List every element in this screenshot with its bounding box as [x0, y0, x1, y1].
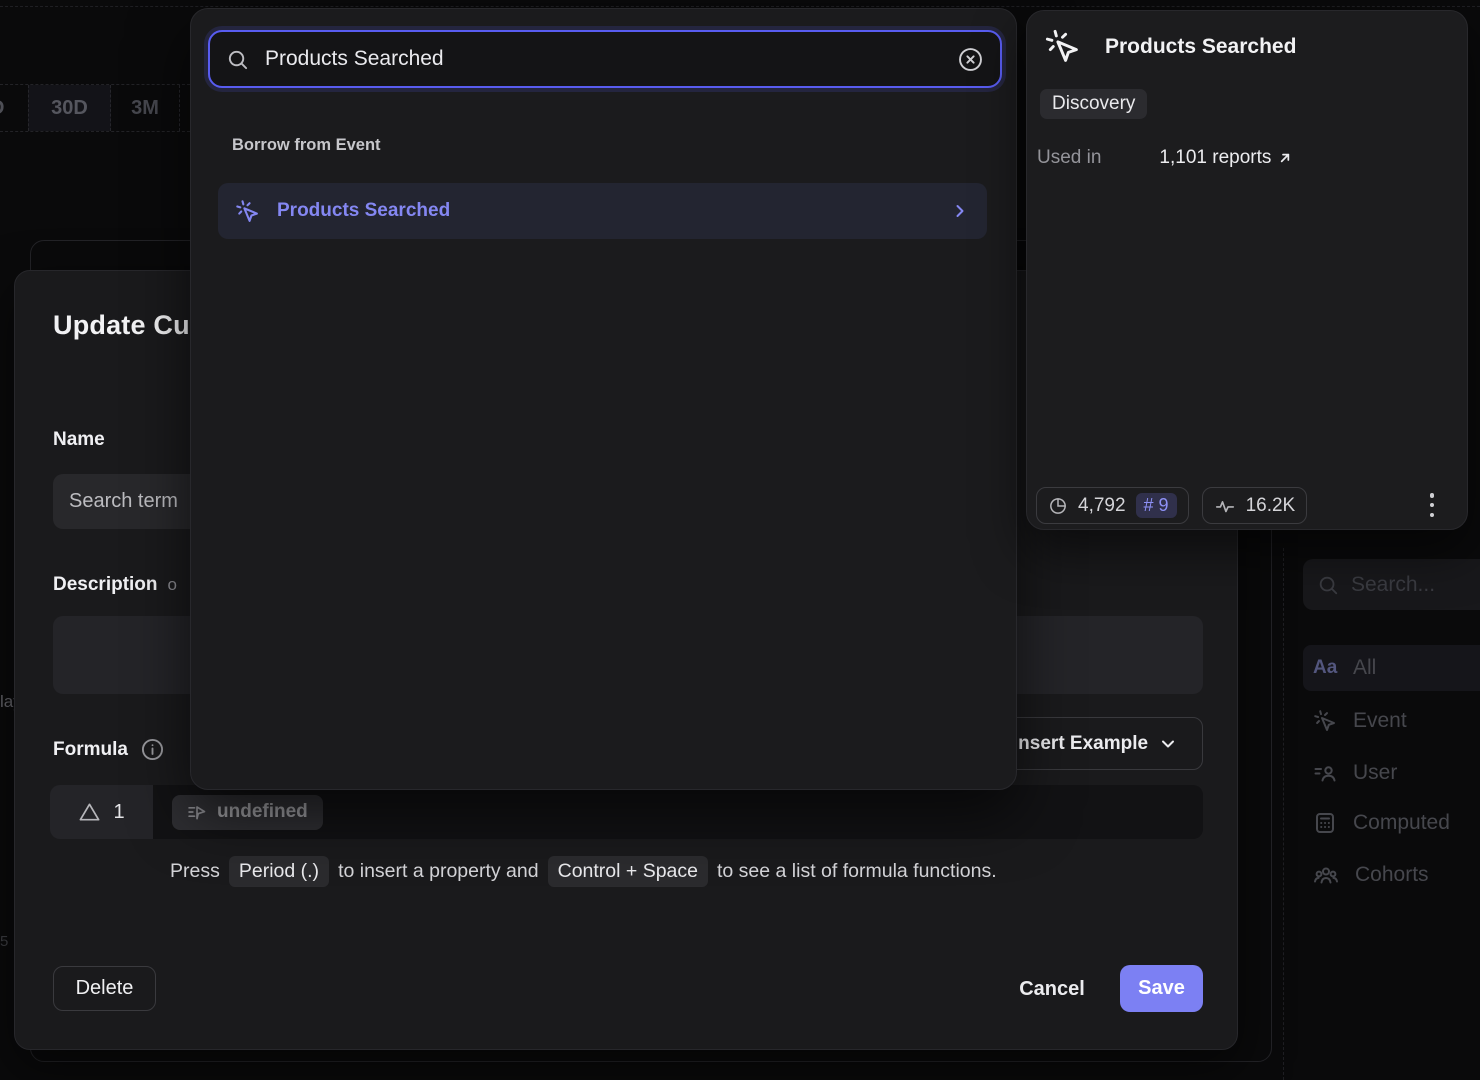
event-result-label: Products Searched: [277, 200, 933, 222]
sidebar-item-label: All: [1353, 656, 1376, 680]
sidebar-search-placeholder: Search...: [1351, 573, 1435, 597]
formula-label: Formula: [53, 737, 165, 762]
used-in-reports-link[interactable]: 1,101 reports: [1159, 147, 1293, 169]
chart-yaxis-fragment: 5: [0, 933, 8, 950]
event-icon: [235, 199, 260, 224]
warning-icon: [78, 801, 101, 824]
time-range-3m[interactable]: 3M: [111, 85, 180, 131]
hint-end: to see a list of formula functions.: [717, 860, 997, 883]
event-card-title: Products Searched: [1105, 35, 1296, 59]
user-icon: [1313, 761, 1337, 785]
top-divider: [0, 6, 1480, 7]
save-button[interactable]: Save: [1120, 965, 1203, 1012]
used-in-label: Used in: [1037, 147, 1101, 169]
borrow-from-event-label: Borrow from Event: [232, 136, 381, 155]
hint-press: Press: [170, 860, 220, 883]
sidebar-divider: [1283, 548, 1284, 1080]
sidebar-item-label: Cohorts: [1355, 863, 1429, 887]
kbd-control-space: Control + Space: [548, 856, 708, 887]
sidebar-item-user[interactable]: User: [1303, 750, 1480, 796]
description-label: Description o: [53, 574, 177, 596]
search-icon: [1317, 574, 1339, 596]
borrow-search-overlay: [190, 8, 1017, 790]
formula-error-count: 1: [113, 801, 124, 824]
hint-middle: to insert a property and: [338, 860, 539, 883]
computed-icon: [1313, 811, 1337, 835]
delete-button[interactable]: Delete: [53, 966, 156, 1011]
event-icon: [1044, 28, 1081, 65]
pie-chart-icon: [1048, 496, 1068, 516]
volume-pill[interactable]: 16.2K: [1202, 487, 1308, 524]
aa-icon: Aa: [1313, 657, 1337, 679]
sidebar-item-computed[interactable]: Computed: [1303, 800, 1480, 846]
app-screen: D 30D 3M lay 5 Search... Aa All Event Us…: [0, 0, 1480, 1080]
formula-error-indicator: 1: [50, 785, 153, 839]
kbd-period: Period (.): [229, 856, 329, 887]
sidebar-item-label: Event: [1353, 709, 1407, 733]
info-icon[interactable]: [140, 737, 165, 762]
name-label: Name: [53, 429, 105, 451]
property-chip[interactable]: undefined: [172, 795, 323, 830]
used-in-value: 1,101 reports: [1159, 147, 1271, 169]
overlay-search-input[interactable]: [265, 47, 941, 71]
clear-search-button[interactable]: [957, 46, 984, 73]
more-options-button[interactable]: [1424, 489, 1440, 521]
time-range-segment: D 30D 3M: [0, 84, 190, 132]
sidebar-item-label: User: [1353, 761, 1397, 785]
event-card-header: Products Searched: [1044, 28, 1296, 65]
volume-value: 16.2K: [1246, 495, 1296, 517]
insert-example-label: Insert Example: [1013, 733, 1148, 755]
overlay-search-box[interactable]: [208, 30, 1002, 88]
modal-title: Update Cu: [53, 310, 190, 341]
used-in-row: Used in 1,101 reports: [1037, 147, 1293, 169]
close-circle-icon: [957, 46, 984, 73]
event-card-stats: 4,792 # 9 16.2K: [1036, 487, 1307, 524]
property-icon: [187, 802, 207, 822]
cancel-button[interactable]: Cancel: [1010, 974, 1094, 1004]
sidebar-item-all[interactable]: Aa All: [1303, 645, 1480, 691]
event-info-card: [1026, 10, 1468, 530]
sidebar-item-label: Computed: [1353, 811, 1450, 835]
description-label-text: Description: [53, 574, 158, 596]
formula-editor: 1 undefined: [50, 785, 1203, 839]
activity-icon: [1214, 495, 1236, 517]
event-result-row[interactable]: Products Searched: [218, 183, 987, 239]
sidebar-item-cohorts[interactable]: Cohorts: [1303, 852, 1480, 898]
sidebar-search-input[interactable]: Search...: [1303, 559, 1480, 610]
property-chip-label: undefined: [217, 801, 308, 823]
formula-input[interactable]: undefined: [153, 785, 1203, 839]
time-range-30d[interactable]: 30D: [28, 85, 111, 131]
insert-example-button[interactable]: Insert Example: [988, 717, 1203, 770]
arrow-up-right-icon: [1277, 150, 1293, 166]
count-value: 4,792: [1078, 495, 1126, 517]
chevron-right-icon: [950, 201, 970, 221]
count-pill[interactable]: 4,792 # 9: [1036, 487, 1189, 524]
chevron-down-icon: [1158, 734, 1178, 754]
time-range-partial[interactable]: D: [0, 85, 28, 131]
rank-badge: # 9: [1136, 493, 1177, 518]
formula-hint: Press Period (.) to insert a property an…: [170, 856, 997, 887]
formula-label-text: Formula: [53, 739, 128, 761]
description-optional-fragment: o: [168, 575, 177, 595]
sidebar-item-event[interactable]: Event: [1303, 698, 1480, 744]
cohorts-icon: [1313, 863, 1339, 887]
category-badge: Discovery: [1040, 89, 1147, 119]
event-icon: [1313, 709, 1337, 733]
search-icon: [226, 48, 249, 71]
